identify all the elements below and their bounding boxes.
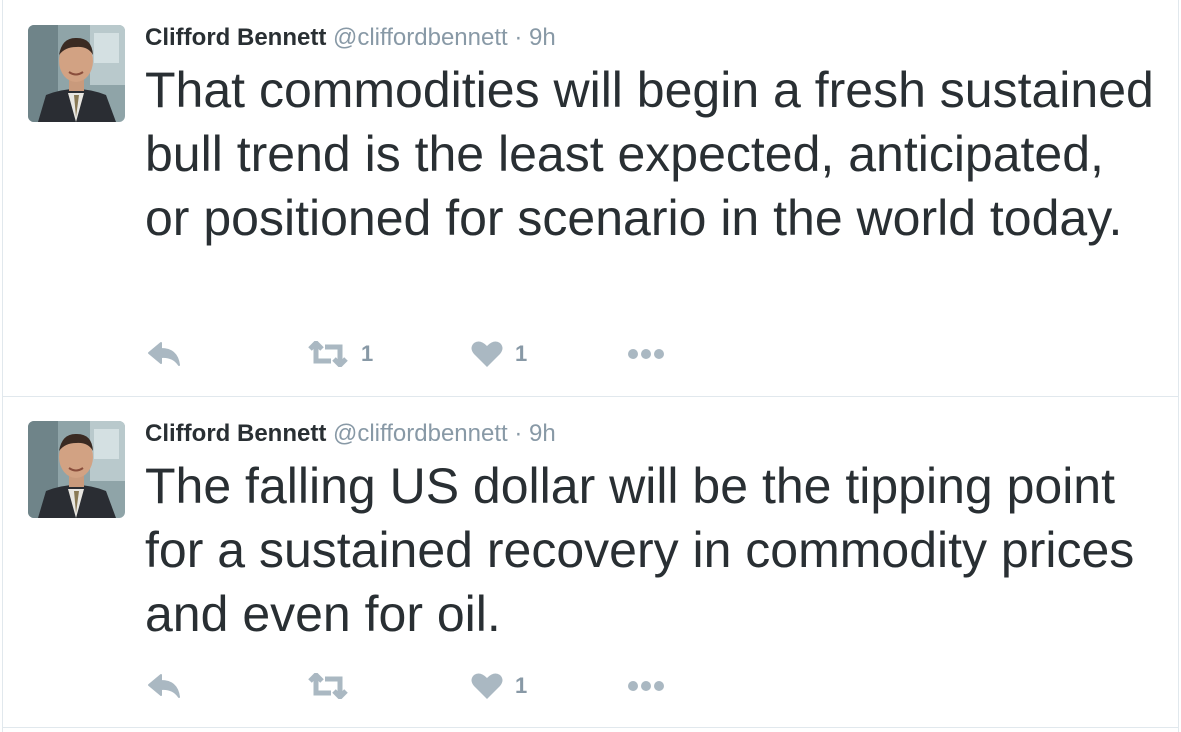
like-count: 1 (515, 341, 528, 366)
tweet-text: That commodities will begin a fresh sust… (145, 62, 1154, 246)
author-name[interactable]: Clifford Bennett (145, 420, 326, 447)
tweet-actions: 1 1 (145, 334, 745, 374)
separator-dot: · (514, 24, 523, 51)
author-handle[interactable]: @cliffordbennett (333, 24, 508, 51)
retweet-icon (308, 341, 348, 367)
heart-icon (471, 673, 503, 699)
separator-dot: · (514, 420, 523, 447)
like-button[interactable]: 1 (471, 334, 527, 374)
heart-icon (471, 341, 503, 367)
more-button[interactable] (627, 666, 665, 706)
tweet-actions: 1 (145, 666, 745, 706)
retweet-count: 1 (361, 341, 374, 366)
tweet-header: Clifford Bennett @cliffordbennett · 9h (145, 24, 556, 52)
more-button[interactable] (627, 334, 665, 374)
avatar[interactable] (28, 421, 125, 518)
tweet-text: The falling US dollar will be the tippin… (145, 458, 1135, 642)
retweet-icon (308, 673, 348, 699)
retweet-button[interactable]: 1 (307, 334, 373, 374)
reply-icon (148, 342, 180, 366)
tweet[interactable]: Clifford Bennett @cliffordbennett · 9h T… (3, 396, 1178, 728)
avatar-image (28, 25, 125, 122)
author-handle[interactable]: @cliffordbennett (333, 420, 508, 447)
more-icon (628, 349, 664, 359)
avatar[interactable] (28, 25, 125, 122)
timeline: Clifford Bennett @cliffordbennett · 9h T… (2, 0, 1179, 732)
avatar-image (28, 421, 125, 518)
more-icon (628, 681, 664, 691)
like-button[interactable]: 1 (471, 666, 527, 706)
reply-button[interactable] (147, 334, 181, 374)
tweet-header: Clifford Bennett @cliffordbennett · 9h (145, 420, 556, 448)
like-count: 1 (515, 673, 528, 698)
author-name[interactable]: Clifford Bennett (145, 24, 326, 51)
reply-button[interactable] (147, 666, 181, 706)
retweet-button[interactable] (307, 666, 361, 706)
tweet-timestamp[interactable]: 9h (529, 420, 556, 447)
tweet[interactable]: Clifford Bennett @cliffordbennett · 9h T… (3, 0, 1178, 397)
reply-icon (148, 674, 180, 698)
tweet-timestamp[interactable]: 9h (529, 24, 556, 51)
